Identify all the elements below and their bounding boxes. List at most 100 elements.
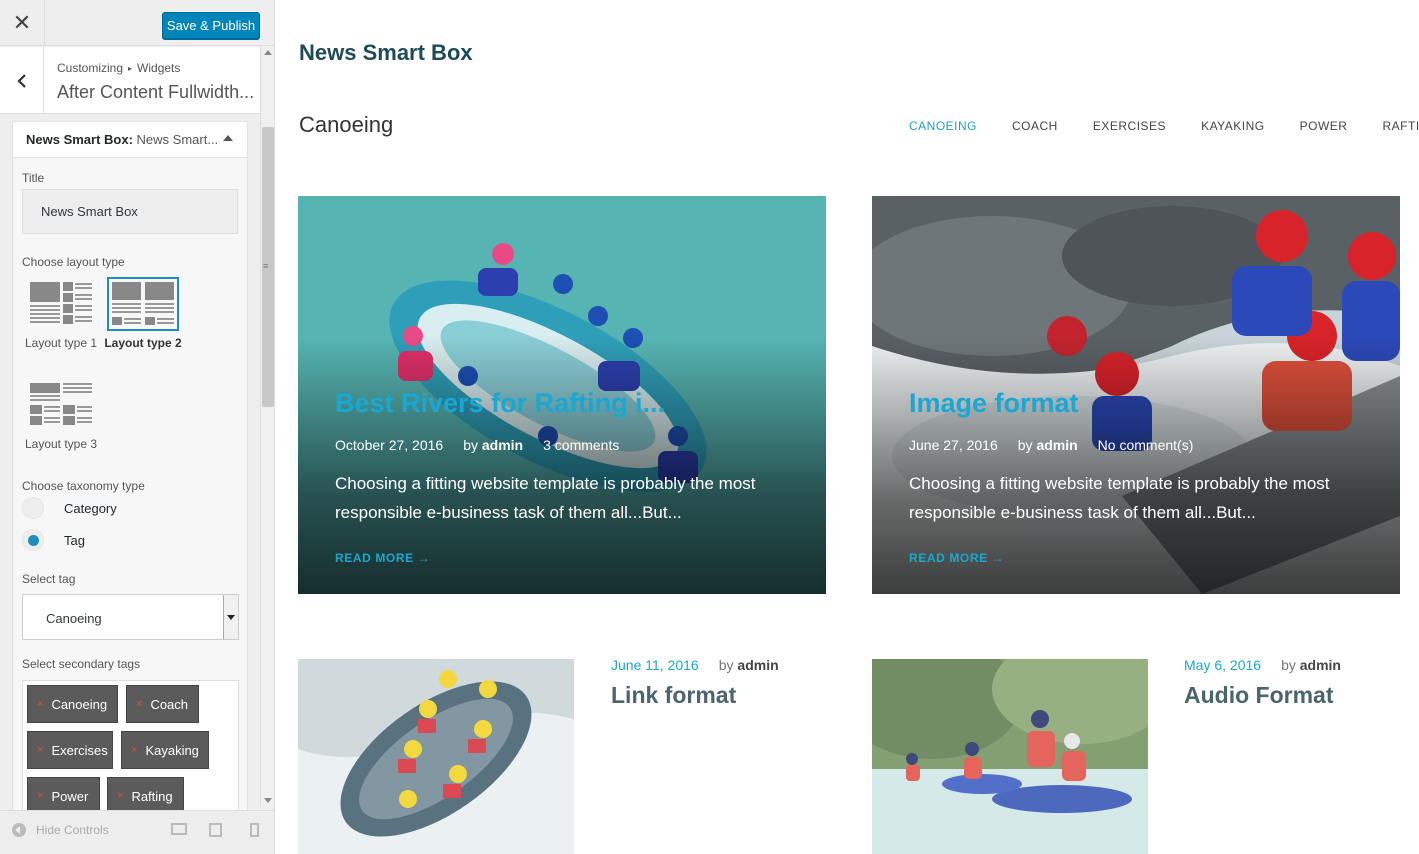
featured-post-card[interactable]: Image format June 27, 2016 by admin No com… xyxy=(872,196,1400,594)
widget-subtitle: News Smart... xyxy=(136,132,219,147)
tab-power[interactable]: POWER xyxy=(1300,119,1348,133)
layout-1-thumbnail-icon xyxy=(25,277,97,331)
tab-canoeing[interactable]: CANOEING xyxy=(909,119,977,133)
sidebar-scrollbar[interactable]: ≡ xyxy=(260,47,274,807)
remove-tag-icon[interactable]: × xyxy=(136,698,142,710)
scroll-grip-icon: ≡ xyxy=(263,261,269,271)
tag-select-dropdown[interactable]: Canoeing xyxy=(22,594,239,640)
post-thumbnail[interactable] xyxy=(298,659,574,854)
post-excerpt: Choosing a fitting website template is p… xyxy=(335,474,756,522)
section-title: After Content Fullwidth... xyxy=(57,82,255,102)
tag-chip-label: Power xyxy=(51,788,89,804)
breadcrumb-separator-icon: ▸ xyxy=(128,64,133,73)
post-author-name[interactable]: admin xyxy=(482,437,523,453)
post-author: by admin xyxy=(463,437,523,453)
widget-header[interactable]: News Smart Box: News Smart... xyxy=(13,122,247,158)
post-author-by: by xyxy=(463,437,478,453)
featured-post-title[interactable]: Image format xyxy=(909,388,1079,419)
scroll-up-arrow-icon[interactable] xyxy=(264,50,272,55)
post-comments[interactable]: No comment(s) xyxy=(1098,437,1194,453)
radio-category-button[interactable] xyxy=(22,497,44,519)
section-header: Customizing ▸ Widgets After Content Fullwi… xyxy=(0,47,260,114)
post-title[interactable]: Link format xyxy=(611,682,736,709)
title-label: Title xyxy=(22,171,45,185)
tag-chip-label: Rafting xyxy=(131,788,173,804)
post-date[interactable]: June 11, 2016 xyxy=(611,657,699,673)
remove-tag-icon[interactable]: × xyxy=(37,790,43,802)
hide-controls-label: Hide Controls xyxy=(36,823,109,837)
read-more-link[interactable]: READ MORE → xyxy=(335,551,430,565)
featured-post-title[interactable]: Best Rivers for Rafting i... xyxy=(335,388,665,419)
post-author-name[interactable]: admin xyxy=(1300,657,1341,673)
layout-option-3[interactable]: Layout type 3 xyxy=(22,378,100,451)
close-icon[interactable]: ✕ xyxy=(0,0,45,46)
tag-chip[interactable]: × Canoeing xyxy=(27,685,118,723)
remove-tag-icon[interactable]: × xyxy=(131,744,137,756)
post-author-by: by xyxy=(718,657,734,673)
layout-option-2[interactable]: Layout type 2 xyxy=(104,277,182,350)
collapse-icon xyxy=(12,823,26,837)
hide-controls-button[interactable]: Hide Controls xyxy=(12,823,109,837)
post-date[interactable]: May 6, 2016 xyxy=(1184,657,1261,673)
post-date[interactable]: October 27, 2016 xyxy=(335,437,443,453)
tag-chip-label: Coach xyxy=(150,696,189,712)
dropdown-arrow-icon[interactable] xyxy=(223,595,238,639)
tag-select-value: Canoeing xyxy=(46,611,102,626)
select-tag-label: Select tag xyxy=(22,572,76,586)
tag-chip-label: Kayaking xyxy=(145,742,199,758)
save-publish-button[interactable]: Save & Publish xyxy=(162,12,260,39)
tab-kayaking[interactable]: KAYAKING xyxy=(1201,119,1265,133)
customizer-sidebar: ✕ Save & Publish Customizing ▸ Widgets Aft… xyxy=(0,0,275,854)
tab-exercises[interactable]: EXERCISES xyxy=(1093,119,1166,133)
remove-tag-icon[interactable]: × xyxy=(37,744,43,756)
back-chevron-icon[interactable] xyxy=(0,47,44,114)
layout-3-thumbnail-icon xyxy=(25,378,97,432)
radio-category[interactable]: Category xyxy=(22,497,117,519)
tag-tabs: CANOEING COACH EXERCISES KAYAKING POWER … xyxy=(909,119,1419,133)
layout-option-1[interactable]: Layout type 1 xyxy=(22,277,100,350)
post-date[interactable]: June 27, 2016 xyxy=(909,437,998,453)
post-author-by: by xyxy=(1281,657,1296,673)
read-more-link[interactable]: READ MORE → xyxy=(909,551,1004,565)
post-meta: October 27, 2016 by admin 3 comments xyxy=(335,437,639,453)
breadcrumb-widgets: Widgets xyxy=(137,61,181,75)
scroll-down-arrow-icon[interactable] xyxy=(264,798,272,803)
desktop-preview-icon[interactable] xyxy=(171,823,187,835)
secondary-tags-box[interactable]: × Canoeing × Coach × Exercises × Kayaking × P… xyxy=(22,680,239,815)
tab-rafting[interactable]: RAFTING xyxy=(1382,119,1419,133)
layout-type-label: Choose layout type xyxy=(22,255,125,269)
tag-chip[interactable]: × Exercises xyxy=(27,731,113,769)
tag-chip-label: Exercises xyxy=(51,742,108,758)
tag-chip-label: Canoeing xyxy=(51,696,108,712)
kayak-river-photo-image xyxy=(872,659,1148,854)
collapse-arrow-icon[interactable] xyxy=(223,135,233,141)
tag-chip[interactable]: × Kayaking xyxy=(121,731,209,769)
remove-tag-icon[interactable]: × xyxy=(37,698,43,710)
post-author-name[interactable]: admin xyxy=(737,657,778,673)
tag-chip[interactable]: × Coach xyxy=(126,685,199,723)
radio-tag-button[interactable] xyxy=(22,529,44,551)
widget-title: News Smart Box xyxy=(299,40,473,65)
tab-coach[interactable]: COACH xyxy=(1012,119,1058,133)
remove-tag-icon[interactable]: × xyxy=(117,790,123,802)
breadcrumb-customizing: Customizing xyxy=(57,61,124,75)
title-input[interactable] xyxy=(22,189,238,234)
mobile-preview-icon[interactable] xyxy=(250,823,259,837)
post-excerpt: Choosing a fitting website template is p… xyxy=(909,474,1330,522)
secondary-tags-label: Select secondary tags xyxy=(22,657,141,671)
taxonomy-type-label: Choose taxonomy type xyxy=(22,479,145,493)
radio-category-label: Category xyxy=(64,500,117,516)
featured-post-card[interactable]: Best Rivers for Rafting i... October 27,… xyxy=(298,196,826,594)
layout-1-label: Layout type 1 xyxy=(24,336,98,350)
post-comments[interactable]: 3 comments xyxy=(543,437,619,453)
site-preview: News Smart Box Canoeing CANOEING COACH E… xyxy=(276,0,1419,854)
radio-tag-label: Tag xyxy=(64,532,85,548)
tablet-preview-icon[interactable] xyxy=(209,823,222,837)
post-author: by admin xyxy=(719,657,779,673)
post-title[interactable]: Audio Format xyxy=(1184,682,1334,709)
widget-panel: News Smart Box: News Smart... Title Choo… xyxy=(12,121,248,815)
post-author-name[interactable]: admin xyxy=(1036,437,1077,453)
post-meta: June 27, 2016 by admin No comment(s) xyxy=(909,437,1213,453)
post-thumbnail[interactable] xyxy=(872,659,1148,854)
radio-tag[interactable]: Tag xyxy=(22,529,85,551)
